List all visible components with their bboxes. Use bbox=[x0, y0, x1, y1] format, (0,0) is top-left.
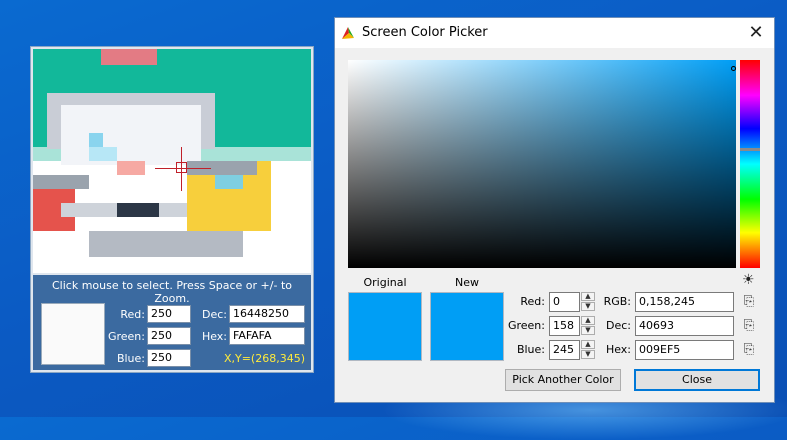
zoom-pixels bbox=[117, 161, 145, 175]
window-title: Screen Color Picker bbox=[362, 25, 488, 40]
spin-down-icon[interactable]: ▼ bbox=[581, 350, 595, 359]
copy-icon[interactable]: ⎘ bbox=[741, 342, 757, 358]
magnifier-info-panel: Click mouse to select. Press Space or +/… bbox=[33, 275, 311, 370]
red-label: Red: bbox=[520, 295, 545, 308]
dec-input[interactable]: 40693 bbox=[635, 316, 734, 336]
blue-spinner[interactable]: 245 ▲ ▼ bbox=[549, 340, 596, 360]
copy-icon[interactable]: ⎘ bbox=[741, 318, 757, 334]
hex-input[interactable]: 009EF5 bbox=[635, 340, 734, 360]
zoom-pixels bbox=[89, 231, 243, 257]
title-bar[interactable]: Screen Color Picker ✕ bbox=[335, 18, 774, 48]
spin-up-icon[interactable]: ▲ bbox=[581, 292, 595, 301]
red-label: Red: bbox=[120, 308, 145, 321]
pick-another-color-button[interactable]: Pick Another Color bbox=[505, 369, 621, 391]
rgb-input[interactable]: 0,158,245 bbox=[635, 292, 734, 312]
blue-label: Blue: bbox=[116, 352, 145, 365]
dec-label: Dec: bbox=[202, 308, 227, 321]
zoom-hint-text: Click mouse to select. Press Space or +/… bbox=[52, 279, 292, 305]
spin-down-icon[interactable]: ▼ bbox=[581, 302, 595, 311]
red-spinner[interactable]: 0 ▲ ▼ bbox=[549, 292, 596, 312]
zoom-view[interactable] bbox=[33, 49, 311, 273]
original-color-swatch bbox=[348, 292, 422, 361]
blue-label: Blue: bbox=[516, 343, 545, 356]
new-label: New bbox=[455, 276, 479, 289]
crosshair-center bbox=[176, 162, 187, 173]
spin-up-icon[interactable]: ▲ bbox=[581, 340, 595, 349]
copy-icon[interactable]: ⎘ bbox=[741, 294, 757, 310]
zoom-pixels bbox=[89, 133, 103, 147]
hex-label: Hex: bbox=[201, 330, 227, 343]
spin-down-icon[interactable]: ▼ bbox=[581, 326, 595, 335]
dec-label: Dec: bbox=[606, 319, 631, 332]
saturation-value-plane[interactable] bbox=[348, 60, 736, 268]
rgb-label: RGB: bbox=[603, 295, 631, 308]
brightness-icon[interactable]: ☀ bbox=[742, 272, 755, 288]
zoom-pixels bbox=[117, 203, 159, 217]
green-spinner[interactable]: 158 ▲ ▼ bbox=[549, 316, 596, 336]
close-icon[interactable]: ✕ bbox=[744, 22, 768, 44]
zoom-pixels bbox=[215, 175, 243, 189]
green-input[interactable]: 158 bbox=[549, 316, 580, 336]
close-button[interactable]: Close bbox=[634, 369, 760, 391]
green-label: Green: bbox=[107, 330, 145, 343]
original-label: Original bbox=[363, 276, 407, 289]
spin-up-icon[interactable]: ▲ bbox=[581, 316, 595, 325]
new-color-swatch bbox=[430, 292, 504, 361]
blue-value: 250 bbox=[147, 349, 191, 367]
zoom-pixels bbox=[33, 175, 89, 189]
zoom-pixels bbox=[101, 49, 157, 65]
hex-label: Hex: bbox=[605, 343, 631, 356]
magnifier-window[interactable]: Click mouse to select. Press Space or +/… bbox=[30, 46, 314, 373]
magnifier-color-swatch bbox=[41, 303, 105, 365]
cursor-coordinates: X,Y=(268,345) bbox=[223, 352, 305, 365]
green-label: Green: bbox=[507, 319, 545, 332]
hue-slider-handle[interactable] bbox=[740, 148, 760, 151]
app-icon bbox=[342, 27, 354, 39]
dec-value: 16448250 bbox=[229, 305, 305, 323]
zoom-pixels bbox=[89, 147, 117, 161]
hex-value: FAFAFA bbox=[229, 327, 305, 345]
hue-slider[interactable] bbox=[740, 60, 760, 268]
color-selector-cursor[interactable] bbox=[731, 66, 736, 71]
red-input[interactable]: 0 bbox=[549, 292, 580, 312]
zoom-pixels bbox=[61, 105, 201, 165]
color-picker-dialog: Screen Color Picker ✕ ☀ Original New Red… bbox=[334, 17, 775, 403]
blue-input[interactable]: 245 bbox=[549, 340, 580, 360]
